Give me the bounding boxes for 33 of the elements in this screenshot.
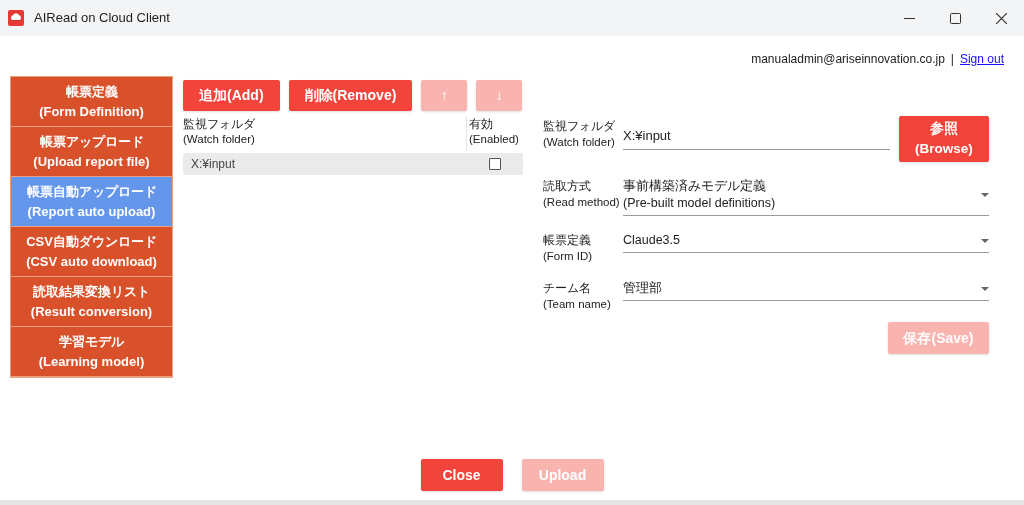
dropdown-caret-icon	[981, 238, 989, 243]
app-logo-icon	[8, 10, 24, 26]
sidebar-item[interactable]: 帳票定義 (Form Definition)	[11, 77, 172, 127]
minimize-icon	[903, 17, 915, 19]
window-title: AIRead on Cloud Client	[34, 9, 170, 28]
table-row[interactable]: X:¥input	[183, 153, 523, 175]
watch-folder-field[interactable]: X:¥input	[623, 120, 890, 150]
sidebar-item[interactable]: 帳票アップロード (Upload report file)	[11, 127, 172, 177]
footer-button[interactable]: Close	[420, 459, 503, 491]
sidebar-item[interactable]: 帳票自動アップロード (Report auto upload)	[11, 177, 172, 227]
dropdown-caret-icon	[981, 193, 989, 197]
column-header: 監視フォルダ (Watch folder)	[183, 117, 467, 151]
browse-button[interactable]: 参照 (Browse)	[899, 116, 989, 162]
toolbar-button[interactable]: 追加(Add)	[183, 80, 280, 111]
toolbar-button[interactable]: 削除(Remove)	[288, 80, 413, 111]
field-label: 読取方式 (Read method)	[543, 179, 621, 210]
column-header: 有効 (Enabled)	[468, 117, 520, 147]
field-label: 帳票定義 (Form ID)	[543, 233, 594, 264]
enabled-checkbox[interactable]	[489, 158, 501, 170]
dropdown[interactable]: Claude3.5	[623, 230, 989, 253]
dropdown-caret-icon	[981, 286, 989, 291]
dropdown[interactable]: 事前構築済みモデル定義 (Pre-built model definitions)	[623, 176, 989, 216]
maximize-icon	[949, 12, 961, 24]
sign-out-link[interactable]: Sign out	[959, 50, 1004, 68]
close-icon	[995, 12, 1007, 24]
sidebar-item[interactable]: 学習モデル (Learning model)	[11, 327, 172, 377]
field-label: チーム名 (Team name)	[543, 281, 612, 312]
sidebar-item[interactable]: CSV自動ダウンロード (CSV auto download)	[11, 227, 172, 277]
sidebar-item[interactable]: 読取結果変換リスト (Result conversion)	[11, 277, 172, 327]
user-email: manualadmin@ariseinnovation.co.jp	[751, 51, 945, 68]
field-label: 監視フォルダ (Watch folder)	[543, 119, 616, 150]
dropdown[interactable]: 管理部	[623, 278, 989, 301]
separator: |	[950, 51, 954, 68]
